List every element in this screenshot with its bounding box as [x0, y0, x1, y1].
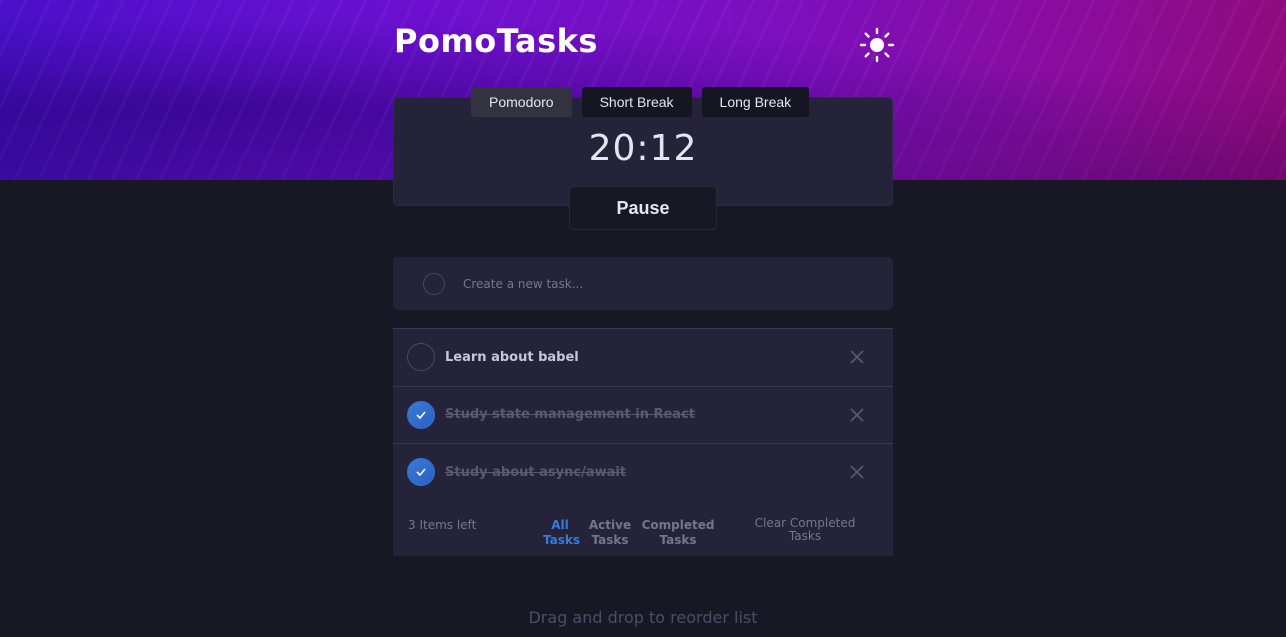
new-task-circle-icon: [423, 272, 445, 295]
app-title: PomoTasks: [394, 22, 598, 60]
clear-completed-button[interactable]: Clear Completed Tasks: [751, 517, 859, 543]
items-left-count: 3 Items left: [408, 518, 477, 532]
delete-task-button[interactable]: [849, 407, 865, 423]
pause-button[interactable]: Pause: [569, 186, 717, 230]
delete-task-button[interactable]: [849, 464, 865, 480]
task-checkbox[interactable]: [407, 343, 435, 372]
close-icon: [850, 408, 864, 422]
theme-toggle-button[interactable]: [859, 27, 895, 63]
close-icon: [850, 465, 864, 479]
sun-icon: [859, 27, 895, 63]
check-icon: [416, 411, 426, 419]
reorder-hint: Drag and drop to reorder list: [528, 608, 758, 627]
task-list: Learn about babel Study state management…: [393, 328, 893, 502]
filter-completed-tasks[interactable]: Completed Tasks: [641, 518, 715, 548]
new-task-form: [393, 257, 893, 310]
timer-display: 20:12: [588, 128, 698, 169]
task-checkbox[interactable]: [407, 400, 435, 429]
task-list-footer: 3 Items left All Tasks Active Tasks Comp…: [393, 501, 893, 556]
task-item[interactable]: Study about async/await: [393, 444, 893, 502]
task-checkbox[interactable]: [407, 458, 435, 487]
close-icon: [850, 350, 864, 364]
tab-long-break[interactable]: Long Break: [701, 87, 810, 117]
task-text: Study about async/await: [445, 464, 627, 480]
delete-task-button[interactable]: [849, 349, 865, 365]
filter-all-tasks[interactable]: All Tasks: [543, 518, 580, 548]
timer-mode-tabs: Pomodoro Short Break Long Break: [471, 87, 810, 117]
task-item[interactable]: Study state management in React: [393, 387, 893, 444]
task-text: Learn about babel: [445, 349, 579, 365]
task-item[interactable]: Learn about babel: [393, 329, 893, 387]
task-text: Study state management in React: [445, 407, 696, 423]
tab-short-break[interactable]: Short Break: [581, 87, 692, 117]
new-task-input[interactable]: [463, 276, 843, 291]
filter-active-tasks[interactable]: Active Tasks: [588, 518, 632, 548]
check-icon: [416, 468, 426, 477]
tab-pomodoro[interactable]: Pomodoro: [471, 87, 572, 117]
